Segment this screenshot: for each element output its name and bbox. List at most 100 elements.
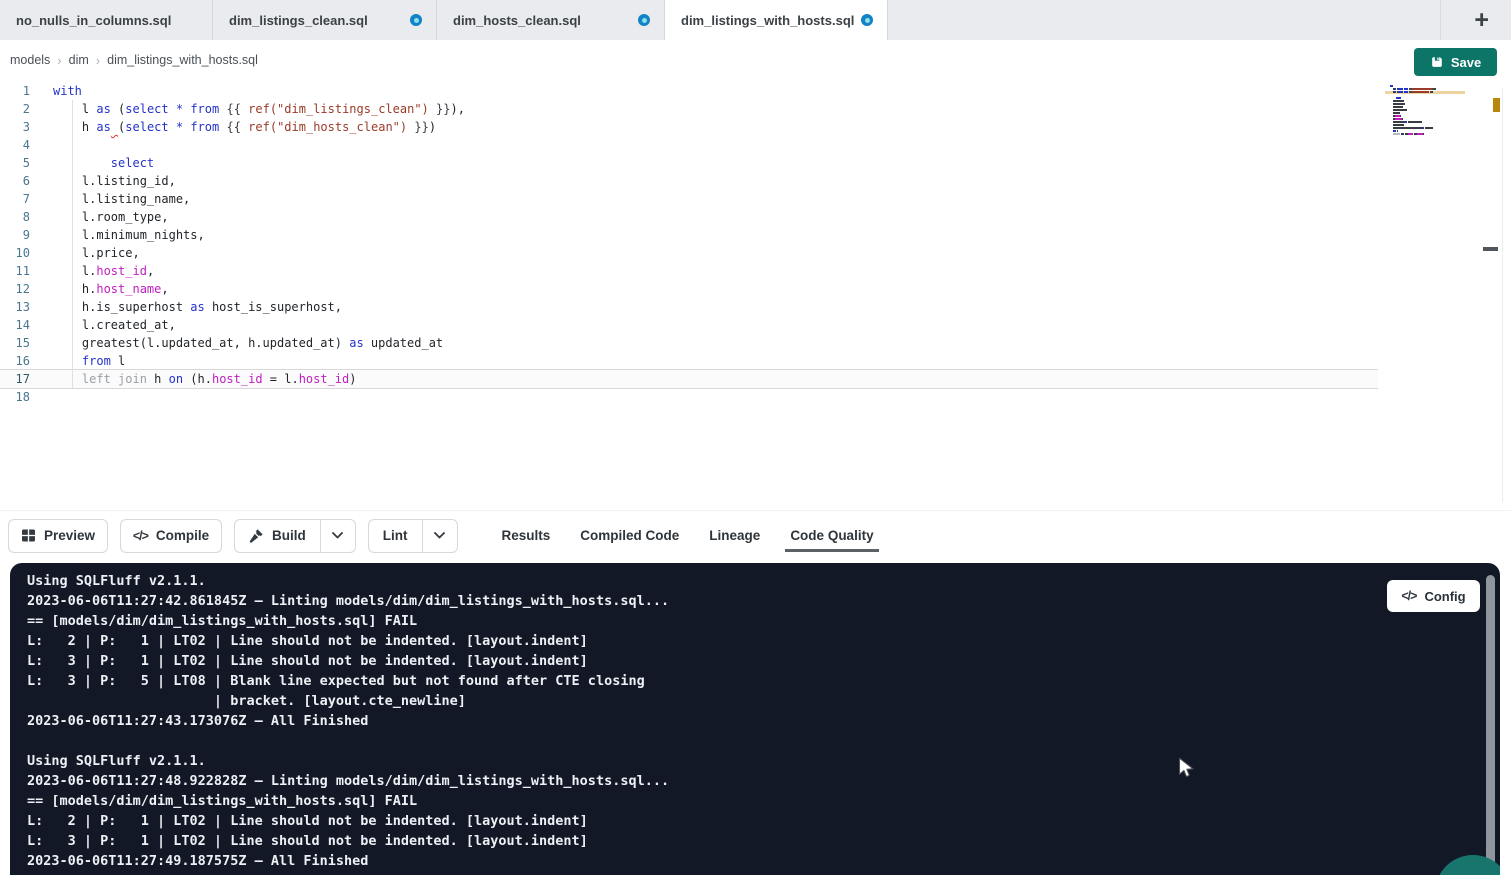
code-line-12[interactable]: 12 h.host_name, bbox=[0, 280, 1378, 298]
tab-dim-listings-clean-sql[interactable]: dim_listings_clean.sql bbox=[213, 0, 437, 40]
tab-dim-hosts-clean-sql[interactable]: dim_hosts_clean.sql bbox=[437, 0, 665, 40]
code-text: l.listing_name, bbox=[53, 190, 190, 208]
compile-label: Compile bbox=[156, 528, 209, 543]
build-dropdown-button[interactable] bbox=[320, 520, 355, 552]
tab-label: dim_listings_clean.sql bbox=[229, 13, 368, 28]
lint-label: Lint bbox=[383, 528, 408, 543]
tab-label: dim_listings_with_hosts.sql bbox=[681, 13, 854, 28]
terminal-scrollbar-thumb[interactable] bbox=[1486, 575, 1495, 875]
code-line-6[interactable]: 6 l.listing_id, bbox=[0, 172, 1378, 190]
terminal-line: Using SQLFluff v2.1.1. bbox=[27, 571, 669, 591]
panel-tab-lineage[interactable]: Lineage bbox=[709, 511, 760, 561]
code-line-1[interactable]: 1 with bbox=[0, 82, 1378, 100]
breadcrumb-dim[interactable]: dim bbox=[69, 53, 89, 67]
code-text: l.room_type, bbox=[53, 208, 169, 226]
minimap-line bbox=[1390, 115, 1462, 117]
code-line-10[interactable]: 10 l.price, bbox=[0, 244, 1378, 262]
terminal-line: == [models/dim/dim_listings_with_hosts.s… bbox=[27, 611, 669, 631]
code-text: with bbox=[53, 82, 82, 100]
line-number: 16 bbox=[0, 352, 30, 370]
code-line-16[interactable]: 16 from l bbox=[0, 352, 1378, 370]
breadcrumb: models › dim › dim_listings_with_hosts.s… bbox=[10, 40, 258, 80]
code-icon: </> bbox=[133, 529, 148, 543]
panel-tab-results[interactable]: Results bbox=[502, 511, 551, 561]
code-line-18[interactable]: 18 bbox=[0, 388, 1378, 406]
line-number: 15 bbox=[0, 334, 30, 352]
code-line-3[interactable]: 3 h as (select * from {{ ref("dim_hosts_… bbox=[0, 118, 1378, 136]
hammer-icon bbox=[249, 528, 264, 543]
line-number: 11 bbox=[0, 262, 30, 280]
terminal-line: | bracket. [layout.cte_newline] bbox=[27, 691, 669, 711]
code-line-17[interactable]: 17 left join h on (h.host_id = l.host_id… bbox=[0, 370, 1378, 388]
save-button[interactable]: Save bbox=[1414, 48, 1497, 76]
minimap-line bbox=[1390, 97, 1462, 99]
code-editor[interactable]: 1 with2 l as (select * from {{ ref("dim_l… bbox=[0, 80, 1511, 510]
code-text: l.price, bbox=[53, 244, 140, 262]
breadcrumb-file[interactable]: dim_listings_with_hosts.sql bbox=[107, 53, 258, 67]
line-number: 7 bbox=[0, 190, 30, 208]
code-text: h as (select * from {{ ref("dim_hosts_cl… bbox=[53, 118, 436, 136]
panel-tab-code-quality[interactable]: Code Quality bbox=[790, 511, 873, 561]
code-line-5[interactable]: 5 select bbox=[0, 154, 1378, 172]
code-line-8[interactable]: 8 l.room_type, bbox=[0, 208, 1378, 226]
code-text: l.host_id, bbox=[53, 262, 154, 280]
code-icon: </> bbox=[1401, 589, 1416, 603]
minimap-line bbox=[1390, 118, 1462, 120]
code-line-4[interactable]: 4 bbox=[0, 136, 1378, 154]
lint-button[interactable]: Lint bbox=[369, 520, 422, 552]
code-line-9[interactable]: 9 l.minimum_nights, bbox=[0, 226, 1378, 244]
tab-dim-listings-with-hosts-sql[interactable]: dim_listings_with_hosts.sql bbox=[665, 0, 888, 40]
plus-icon: + bbox=[1474, 6, 1489, 35]
lint-dropdown-button[interactable] bbox=[422, 520, 457, 552]
path-bar: models › dim › dim_listings_with_hosts.s… bbox=[0, 40, 1511, 80]
preview-button[interactable]: Preview bbox=[8, 519, 108, 553]
minimap-line bbox=[1390, 109, 1462, 111]
tab-no-nulls-in-columns-sql[interactable]: no_nulls_in_columns.sql bbox=[0, 0, 213, 40]
terminal-line: L: 2 | P: 1 | LT02 | Line should not be … bbox=[27, 631, 669, 651]
terminal-line: 2023-06-06T11:27:43.173076Z — All Finish… bbox=[27, 711, 669, 731]
chevron-right-icon: › bbox=[96, 53, 100, 68]
minimap-line bbox=[1390, 85, 1462, 87]
compile-button[interactable]: </> Compile bbox=[120, 519, 222, 553]
line-number: 9 bbox=[0, 226, 30, 244]
preview-label: Preview bbox=[44, 528, 95, 543]
tab-label: dim_hosts_clean.sql bbox=[453, 13, 581, 28]
terminal-line: Using SQLFluff v2.1.1. bbox=[27, 751, 669, 771]
minimap-line bbox=[1390, 121, 1462, 123]
modified-dot-icon bbox=[861, 14, 873, 26]
line-number: 17 bbox=[0, 370, 30, 388]
code-line-2[interactable]: 2 l as (select * from {{ ref("dim_listin… bbox=[0, 100, 1378, 118]
line-number: 1 bbox=[0, 82, 30, 100]
minimap[interactable] bbox=[1390, 85, 1462, 139]
chevron-down-icon bbox=[332, 532, 343, 539]
code-line-15[interactable]: 15 greatest(l.updated_at, h.updated_at) … bbox=[0, 334, 1378, 352]
breadcrumb-models[interactable]: models bbox=[10, 53, 50, 67]
line-number: 3 bbox=[0, 118, 30, 136]
minimap-line bbox=[1390, 103, 1462, 105]
terminal-line: L: 3 | P: 5 | LT08 | Blank line expected… bbox=[27, 671, 669, 691]
code-line-13[interactable]: 13 h.is_superhost as host_is_superhost, bbox=[0, 298, 1378, 316]
modified-dot-icon bbox=[410, 14, 422, 26]
code-text: from l bbox=[53, 352, 125, 370]
code-line-7[interactable]: 7 l.listing_name, bbox=[0, 190, 1378, 208]
table-icon bbox=[21, 528, 36, 543]
config-button[interactable]: </> Config bbox=[1387, 580, 1480, 612]
line-number: 14 bbox=[0, 316, 30, 334]
code-line-14[interactable]: 14 l.created_at, bbox=[0, 316, 1378, 334]
code-text: left join h on (h.host_id = l.host_id) bbox=[53, 370, 357, 388]
terminal-line: L: 2 | P: 1 | LT02 | Line should not be … bbox=[27, 811, 669, 831]
chevron-right-icon: › bbox=[57, 53, 61, 68]
line-number: 6 bbox=[0, 172, 30, 190]
minimap-line bbox=[1390, 133, 1462, 135]
build-label: Build bbox=[272, 528, 306, 543]
terminal-line: 2023-06-06T11:27:42.861845Z — Linting mo… bbox=[27, 591, 669, 611]
save-label: Save bbox=[1451, 55, 1481, 70]
build-button[interactable]: Build bbox=[235, 520, 320, 552]
panel-tab-compiled-code[interactable]: Compiled Code bbox=[580, 511, 679, 561]
minimap-line bbox=[1390, 130, 1462, 132]
minimap-line bbox=[1390, 124, 1462, 126]
scrollbar-position-marker bbox=[1483, 247, 1498, 251]
build-button-group: Build bbox=[234, 519, 356, 553]
code-line-11[interactable]: 11 l.host_id, bbox=[0, 262, 1378, 280]
new-tab-button[interactable]: + bbox=[1474, 0, 1489, 40]
